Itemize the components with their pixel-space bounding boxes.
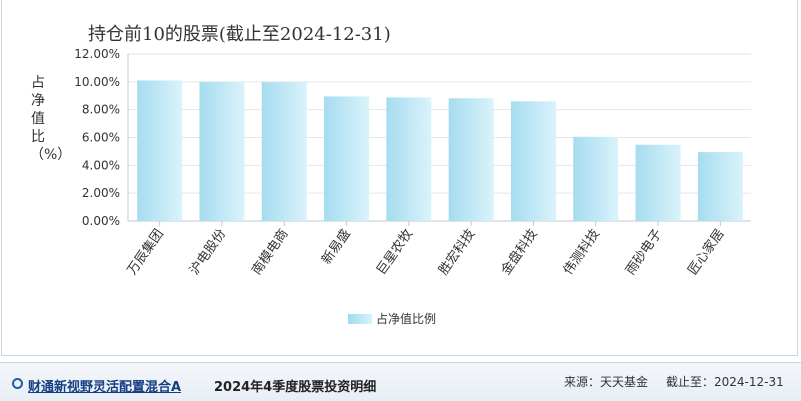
x-tick-label: 新易盛 [318, 226, 353, 267]
circle-bullet-icon [12, 378, 23, 389]
bars [137, 80, 743, 221]
bar[interactable] [448, 98, 494, 221]
footer-bar: 财通新视野灵活配置混合A 2024年4季度股票投资明细 来源：天天基金 截止至：2… [0, 362, 801, 401]
y-tick-label: 4.00% [82, 158, 120, 172]
fund-name-link[interactable]: 财通新视野灵活配置混合A [28, 376, 181, 395]
bar[interactable] [573, 136, 619, 221]
x-tick-label: 金盘科技 [498, 226, 541, 278]
date-label: 截止至：2024-12-31 [666, 375, 784, 389]
y-tick-label: 0.00% [82, 214, 120, 228]
y-tick-labels: 0.00% 2.00% 4.00% 6.00% 8.00% 10.00% 12.00% [74, 47, 120, 228]
bar-chart: 0.00% 2.00% 4.00% 6.00% 8.00% 10.00% 12.00% 万辰… [74, 47, 751, 278]
legend[interactable]: 占净值比例 [348, 310, 436, 327]
source-info: 来源：天天基金 截止至：2024-12-31 [564, 373, 784, 390]
bar[interactable] [137, 80, 183, 221]
legend-swatch [348, 313, 372, 324]
y-tick-label: 2.00% [82, 186, 120, 200]
x-tick-label: 雨砂电子 [623, 227, 665, 278]
y-tick-label: 6.00% [82, 131, 120, 145]
y-tick-label: 8.00% [82, 103, 120, 117]
bar[interactable] [199, 81, 245, 221]
x-tick-label: 伟测科技 [561, 227, 603, 278]
legend-label: 占净值比例 [376, 312, 437, 326]
x-tick-label: 万辰集团 [124, 226, 167, 278]
bar[interactable] [386, 97, 432, 221]
x-tick-label: 胜宏科技 [436, 227, 478, 278]
y-tick-label: 10.00% [74, 75, 120, 89]
x-tick-label: 南模电商 [249, 226, 292, 278]
source-label: 来源：天天基金 [564, 375, 649, 389]
bar[interactable] [510, 101, 556, 221]
x-tick-label: 匠心家居 [685, 226, 728, 278]
report-title: 2024年4季度股票投资明细 [214, 380, 377, 395]
y-tick-label: 12.00% [74, 47, 120, 61]
x-tick-labels: 万辰集团 沪电股份 南模电商 新易盛 巨星农牧 胜宏科技 金盘科技 伟测科技 雨砂电子 匠心家居 [124, 226, 728, 278]
bar[interactable] [324, 96, 370, 221]
bar[interactable] [697, 152, 743, 221]
bar[interactable] [635, 144, 681, 221]
bar[interactable] [261, 82, 307, 221]
x-tick-label: 巨星农牧 [374, 227, 416, 278]
x-tick-label: 沪电股份 [186, 226, 229, 278]
